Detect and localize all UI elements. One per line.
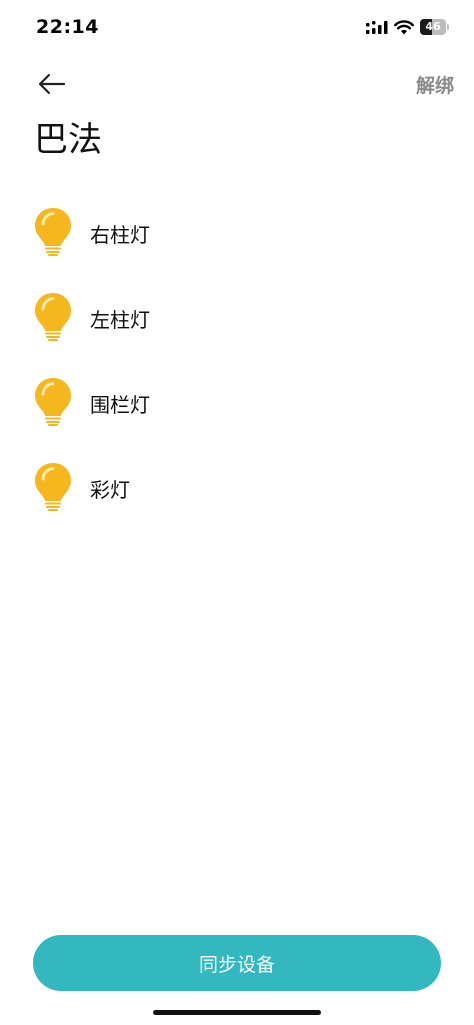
status-icons: 46 (366, 19, 450, 35)
lightbulb-icon (35, 463, 71, 511)
device-list: 右柱灯 左柱灯 围栏灯 彩灯 (0, 188, 474, 528)
sync-devices-button[interactable]: 同步设备 (33, 935, 441, 991)
back-button[interactable] (30, 64, 74, 104)
page-title: 巴法 (34, 120, 102, 160)
device-item-color-light[interactable]: 彩灯 (0, 443, 474, 528)
lightbulb-icon (35, 208, 71, 256)
device-label: 右柱灯 (90, 223, 150, 247)
device-item-left-pillar-light[interactable]: 左柱灯 (0, 273, 474, 358)
device-label: 彩灯 (90, 478, 130, 502)
wifi-icon (394, 19, 414, 34)
battery-icon: 46 (420, 19, 450, 35)
battery-level: 46 (425, 20, 441, 33)
device-label: 围栏灯 (90, 393, 150, 417)
arrow-left-icon (38, 73, 66, 95)
device-label: 左柱灯 (90, 308, 150, 332)
status-time: 22:14 (36, 16, 99, 38)
cellular-signal-icon (366, 21, 388, 34)
lightbulb-icon (35, 293, 71, 341)
status-bar: 22:14 46 (0, 0, 474, 60)
device-item-right-pillar-light[interactable]: 右柱灯 (0, 188, 474, 273)
unbind-button[interactable]: 解绑 (416, 71, 454, 98)
lightbulb-icon (35, 378, 71, 426)
device-item-fence-light[interactable]: 围栏灯 (0, 358, 474, 443)
home-indicator (153, 1010, 321, 1015)
